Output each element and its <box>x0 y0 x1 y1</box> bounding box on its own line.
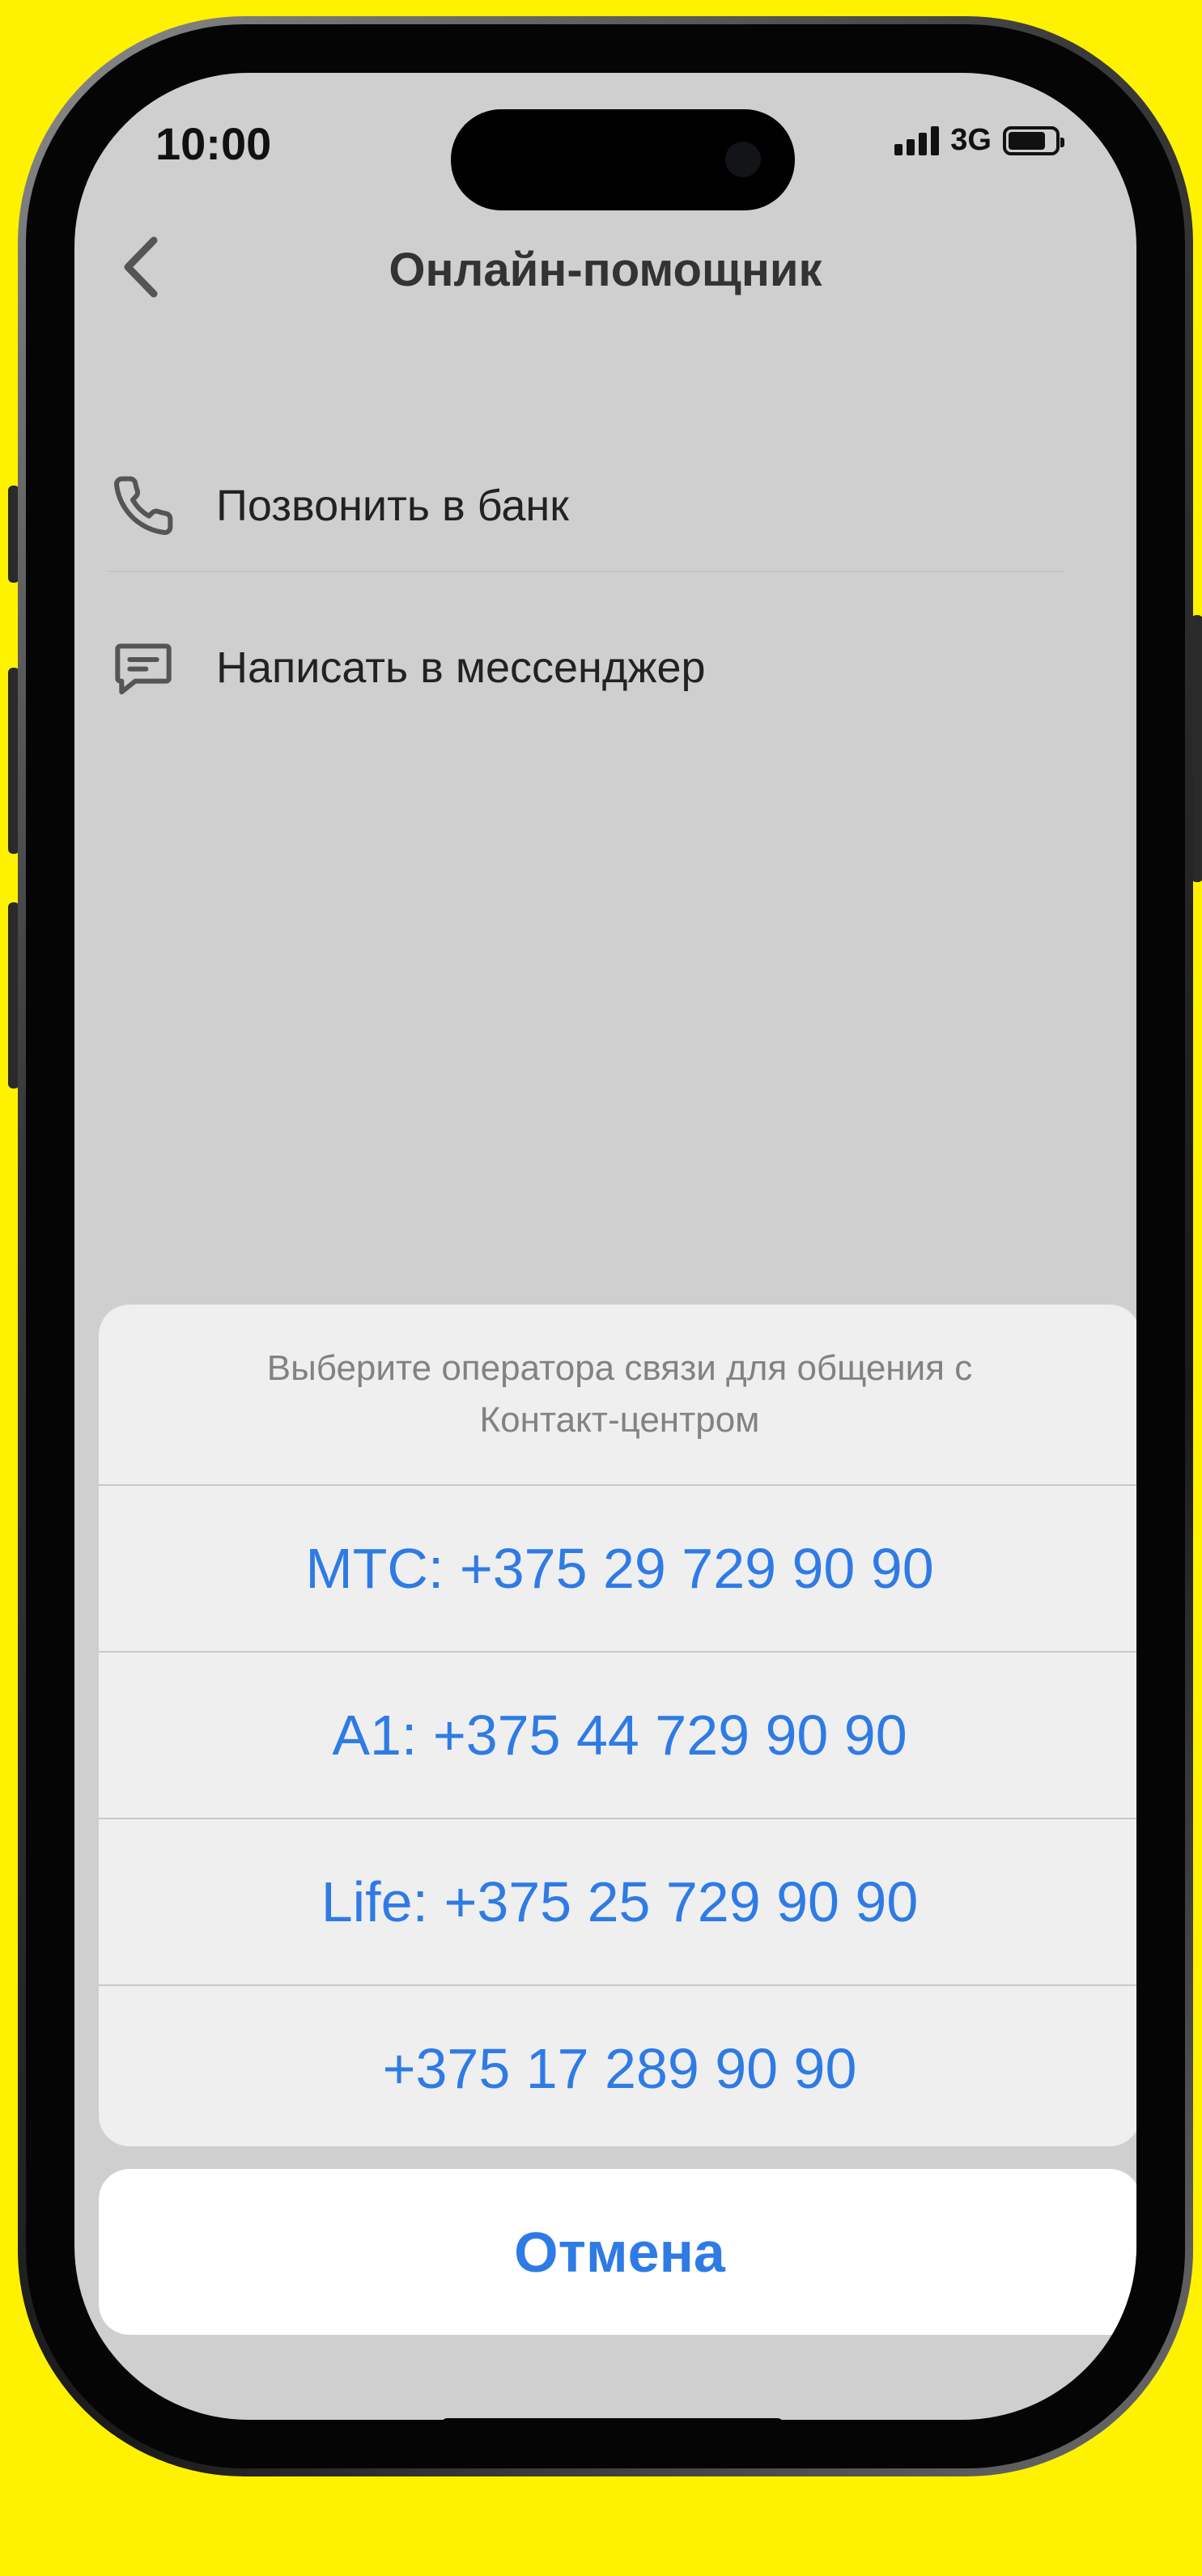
home-indicator[interactable] <box>440 2418 784 2420</box>
phone-frame: 10:00 3G Онлайн-помощник Позвонить в бан… <box>18 16 1193 2476</box>
battery-cap <box>1060 137 1064 147</box>
option-landline[interactable]: +375 17 289 90 90 <box>99 1984 1136 2146</box>
network-label: 3G <box>950 123 992 157</box>
battery-level <box>1009 131 1045 150</box>
option-life[interactable]: Life: +375 25 729 90 90 <box>99 1818 1136 1984</box>
chat-icon <box>107 631 180 704</box>
option-a1[interactable]: А1: +375 44 729 90 90 <box>99 1651 1136 1818</box>
menu-item-call-bank[interactable]: Позвонить в банк <box>107 441 1064 572</box>
page-title: Онлайн-помощник <box>389 244 822 296</box>
option-mts[interactable]: МТС: +375 29 729 90 90 <box>99 1484 1136 1651</box>
menu-item-label: Позвонить в банк <box>216 482 569 530</box>
phone-icon <box>107 469 180 542</box>
menu-item-label: Написать в мессенджер <box>216 643 706 692</box>
phone-screen: 10:00 3G Онлайн-помощник Позвонить в бан… <box>74 73 1136 2420</box>
action-sheet-title: Выберите оператора связи для общения с К… <box>266 1348 973 1440</box>
phone-bezel: 10:00 3G Онлайн-помощник Позвонить в бан… <box>26 24 1185 2468</box>
dynamic-island <box>451 109 795 210</box>
menu-item-messenger[interactable]: Написать в мессенджер <box>107 603 1064 732</box>
camera-icon <box>725 142 761 177</box>
signal-icon <box>894 125 940 155</box>
operator-action-sheet: Выберите оператора связи для общения с К… <box>99 1305 1136 2146</box>
cancel-button[interactable]: Отмена <box>99 2169 1136 2335</box>
battery-icon <box>1003 125 1064 155</box>
status-indicators: 3G <box>894 123 1064 158</box>
status-time: 10:00 <box>155 118 272 169</box>
